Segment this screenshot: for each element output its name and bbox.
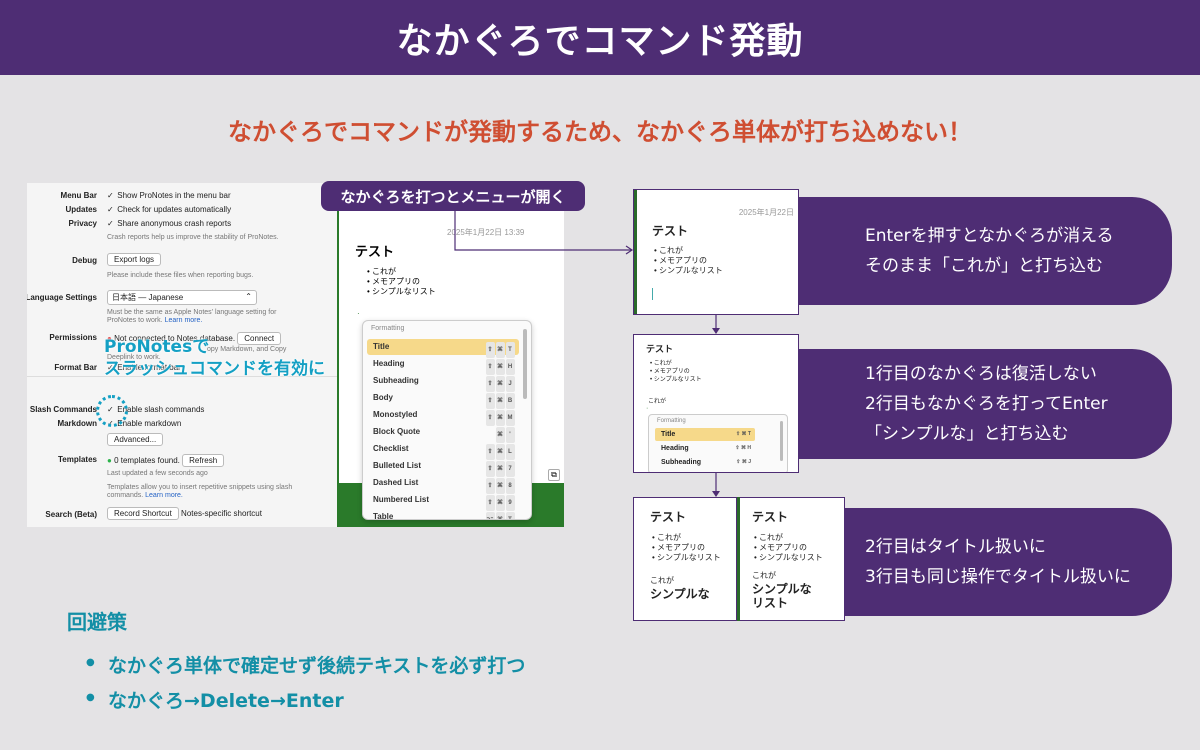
step2-explanation: 1行目のなかぐろは復活しない 2行目もなかぐろを打ってEnter 「シンプルな」…	[799, 349, 1172, 459]
list-item: シンプルなリスト	[650, 376, 702, 384]
list-item: シンプルなリスト	[652, 553, 721, 563]
list-item: メモアプリの	[654, 256, 723, 266]
step3b-screenshot: テスト これが メモアプリの シンプルなリスト これが シンプルな リスト	[740, 497, 845, 621]
step-text: 1行目のなかぐろは復活しない	[865, 364, 1097, 384]
text-cursor: ·	[646, 405, 649, 412]
note-title: テスト	[646, 344, 674, 354]
note-title: テスト	[752, 510, 789, 524]
note-date: 2025年1月22日	[738, 208, 794, 217]
text-cursor	[652, 288, 653, 300]
line-text: これが	[648, 399, 667, 405]
shortcut-keys: ⇧ ⌘ J	[736, 459, 751, 465]
menu-item-label: Subheading	[661, 459, 702, 466]
menu-item[interactable]: Subheading ⇧ ⌘ J	[655, 456, 755, 469]
tip-text: なかぐろ単体で確定せず後続テキストを必ず打つ	[108, 655, 526, 677]
list-item: シンプルなリスト	[754, 553, 823, 563]
list-item: これが	[652, 533, 721, 543]
shortcut-keys: ⇧ ⌘ T	[735, 431, 751, 437]
title-line: シンプルな	[650, 587, 710, 601]
list-item: これが	[654, 246, 723, 256]
menu-header: Formatting	[657, 418, 686, 424]
menu-item[interactable]: Title ⇧ ⌘ T	[655, 428, 755, 441]
step-text: 3行目も同じ操作でタイトル扱いに	[865, 567, 1131, 587]
menu-item-label: Heading	[661, 445, 689, 452]
green-bar	[634, 190, 637, 314]
note-title: テスト	[650, 510, 687, 524]
step-text: 2行目はタイトル扱いに	[865, 537, 1046, 557]
note-title: テスト	[652, 224, 689, 238]
tip-text: なかぐろ→Delete→Enter	[108, 690, 344, 712]
step1-explanation: Enterを押すとなかぐろが消える そのまま「これが」と打ち込む	[799, 197, 1172, 305]
tips-heading: 回避策	[67, 610, 127, 634]
tip-item: なかぐろ単体で確定せず後続テキストを必ず打つ	[86, 651, 525, 678]
list-item: メモアプリの	[754, 543, 823, 553]
step-text: 「シンプルな」と打ち込む	[865, 424, 1069, 444]
step-text: 2行目もなかぐろを打ってEnter	[865, 394, 1108, 414]
tip-item: なかぐろ→Delete→Enter	[86, 686, 344, 713]
scrollbar[interactable]	[780, 421, 783, 461]
menu-item[interactable]: Heading ⇧ ⌘ H	[655, 442, 755, 455]
arrow-line	[454, 211, 632, 251]
list-item: メモアプリの	[652, 543, 721, 553]
list-item: メモアプリの	[650, 368, 702, 376]
step1-screenshot: 2025年1月22日 テスト これが メモアプリの シンプルなリスト	[633, 189, 799, 315]
step-text: Enterを押すとなかぐろが消える	[865, 226, 1114, 246]
formatting-menu: Formatting Title ⇧ ⌘ T Heading ⇧ ⌘ H Sub…	[648, 414, 788, 472]
step2-screenshot: テスト これが メモアプリの シンプルなリスト これが · Formatting…	[633, 334, 799, 473]
menu-item-label: Title	[661, 431, 676, 438]
title-line: リスト	[752, 596, 789, 610]
list-item: これが	[650, 360, 702, 368]
step-text: そのまま「これが」と打ち込む	[865, 256, 1103, 276]
step3-explanation: 2行目はタイトル扱いに 3行目も同じ操作でタイトル扱いに	[845, 508, 1172, 616]
step3a-screenshot: テスト これが メモアプリの シンプルなリスト これが シンプルな	[633, 497, 737, 621]
shortcut-keys: ⇧ ⌘ H	[735, 445, 751, 451]
list-item: シンプルなリスト	[654, 266, 723, 276]
list-item: これが	[754, 533, 823, 543]
